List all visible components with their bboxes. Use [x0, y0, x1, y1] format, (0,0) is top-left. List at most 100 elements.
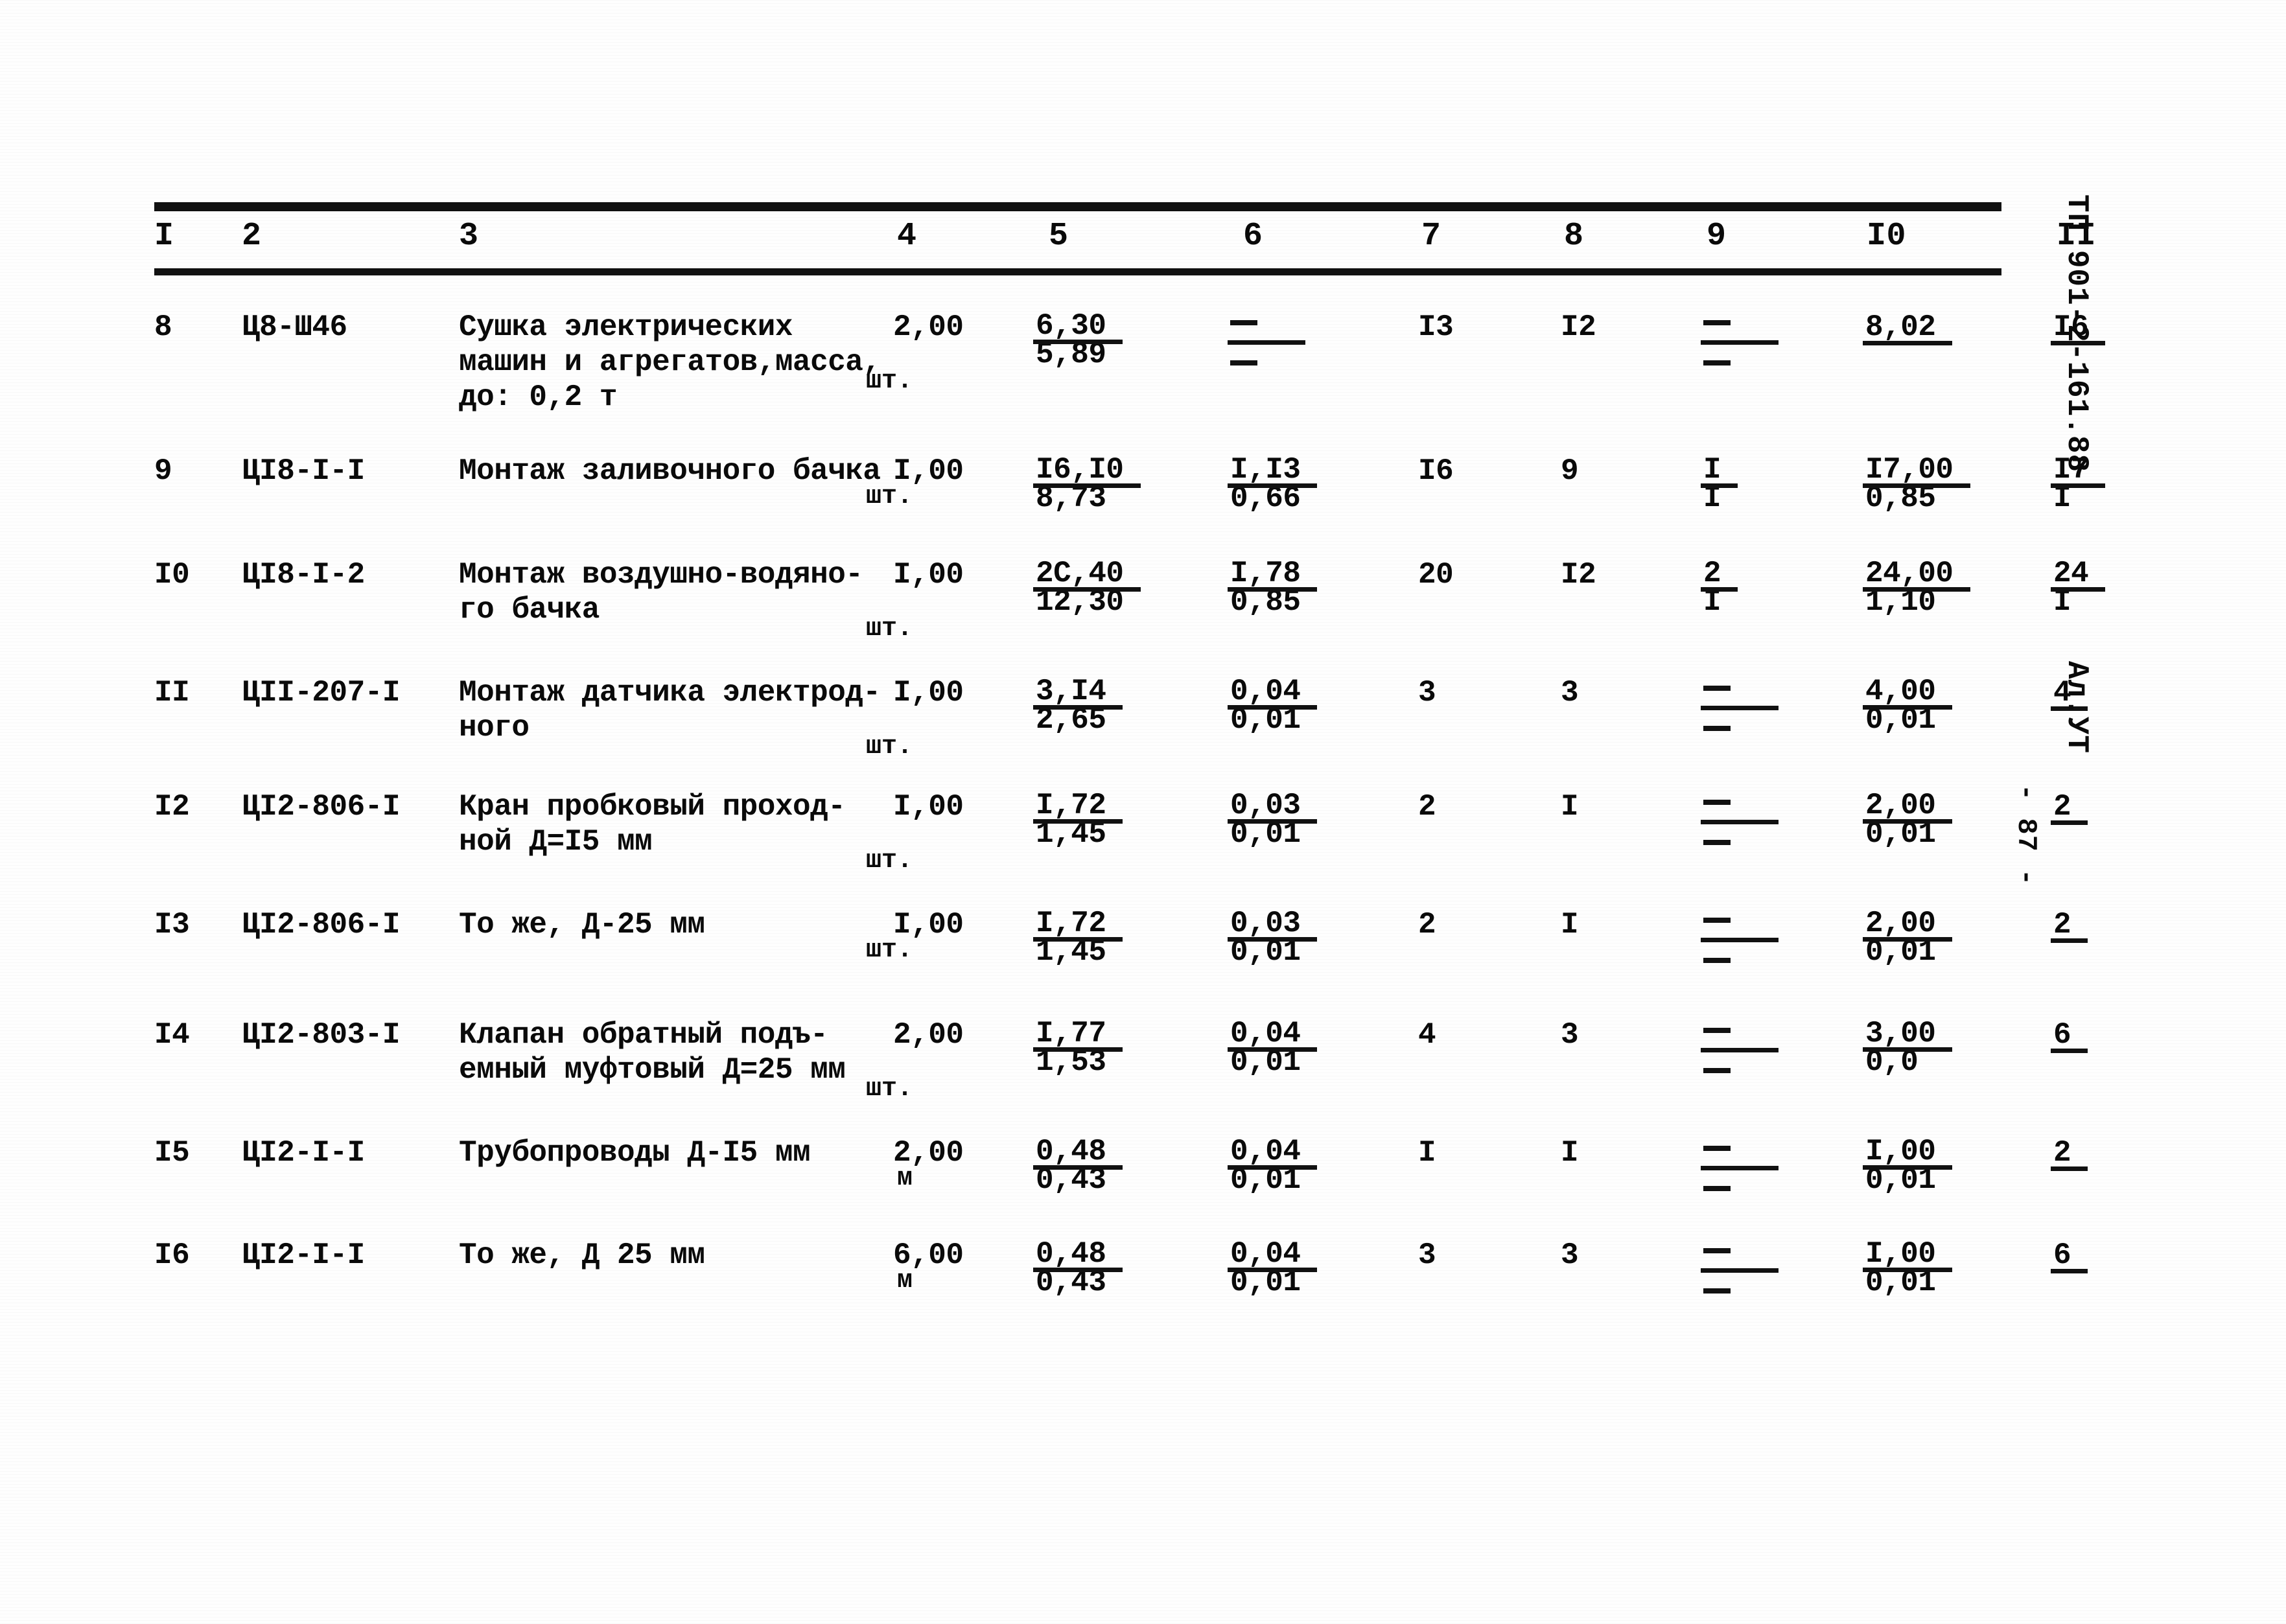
col5-fraction: I,72 1,45	[1032, 907, 1123, 969]
row-col9	[1701, 1135, 1833, 1207]
row-col8: 3	[1561, 1018, 1579, 1052]
col11-fraction: 2	[2050, 790, 2088, 825]
col10-fraction: 8,02	[1862, 310, 1953, 345]
row-col6: 0,03 0,01	[1227, 907, 1379, 969]
resource-code: ЦI2-806-I	[242, 908, 400, 942]
row-col7: 4	[1418, 1018, 1436, 1052]
row-col8: 3	[1561, 1238, 1579, 1272]
row-quantity: 2,00	[893, 1136, 964, 1170]
col5-fraction: 2C,40 12,30	[1033, 557, 1140, 619]
column-header-1: I	[154, 218, 174, 255]
row-col5: 6,30 5,89	[1032, 310, 1185, 372]
col6-fraction: I,78 0,85	[1227, 557, 1318, 619]
row-unit: шт.	[865, 936, 913, 965]
row-number: I3	[154, 908, 190, 942]
col11-fraction: 24 I	[2050, 557, 2106, 619]
row-number: I4	[154, 1018, 190, 1052]
col5-fraction: I,77 1,53	[1032, 1017, 1123, 1079]
row-quantity: I,00	[893, 790, 964, 824]
column-header-6: 6	[1243, 218, 1263, 255]
col9-fraction-empty	[1701, 907, 1779, 969]
col11-fraction: 6	[2050, 1018, 2088, 1053]
row-col9	[1701, 310, 1833, 382]
col10-fraction: I,00 0,01	[1862, 1237, 1953, 1299]
row-col6: 0,04 0,01	[1227, 1017, 1379, 1080]
row-col8: I	[1561, 1136, 1579, 1170]
row-col9: 2I	[1700, 557, 1833, 620]
row-unit: шт.	[865, 1074, 913, 1104]
col5-fraction: 0,48 0,43	[1032, 1135, 1123, 1197]
row-quantity: I,00	[893, 454, 964, 488]
col5-fraction: 3,I4 2,65	[1032, 675, 1123, 737]
col9-fraction-empty	[1701, 1135, 1779, 1198]
row-col5: 0,48 0,43	[1032, 1237, 1185, 1300]
row-col10: 3,00 0,0	[1862, 1017, 2027, 1080]
col10-fraction: 4,00 0,01	[1862, 675, 1953, 737]
col6-fraction: 0,04 0,01	[1227, 1237, 1318, 1299]
col10-fraction: 3,00 0,0	[1862, 1017, 1953, 1079]
row-unit: м	[896, 1164, 913, 1193]
column-header-10: I0	[1867, 218, 1907, 255]
row-col10: 4,00 0,01	[1862, 675, 2027, 737]
col6-fraction: 0,03 0,01	[1227, 907, 1318, 969]
row-number: II	[154, 676, 190, 710]
col10-fraction: I,00 0,01	[1862, 1135, 1953, 1197]
row-col6: 0,04 0,01	[1227, 1135, 1379, 1198]
column-header-7: 7	[1421, 218, 1441, 255]
resource-code: ЦI2-I-I	[242, 1136, 365, 1170]
row-col5: I,72 1,45	[1032, 907, 1185, 969]
row-col5: 0,48 0,43	[1032, 1135, 1185, 1198]
row-col7: 3	[1418, 1238, 1436, 1272]
row-col8: I2	[1561, 558, 1596, 592]
col5-fraction: I6,I0 8,73	[1033, 453, 1140, 515]
row-col7: 2	[1418, 790, 1436, 824]
col6-fraction-empty	[1228, 310, 1305, 372]
col6-fraction: I,I3 0,66	[1227, 453, 1318, 515]
column-header-4: 4	[897, 218, 917, 255]
resource-code: Ц8-Ш46	[242, 310, 347, 344]
col9-fraction-empty	[1701, 675, 1779, 737]
row-col11: 2	[2050, 1135, 2170, 1171]
row-col6	[1228, 310, 1379, 382]
row-col5: 3,I4 2,65	[1032, 675, 1185, 737]
row-col11: 2	[2050, 789, 2170, 825]
col10-fraction: 2,00 0,01	[1862, 907, 1953, 969]
row-col10: I,00 0,01	[1862, 1237, 2027, 1300]
row-unit: шт.	[865, 732, 913, 761]
col5-fraction: 0,48 0,43	[1032, 1237, 1123, 1299]
resource-code: ЦI8-I-I	[242, 454, 365, 488]
row-col10: I,00 0,01	[1862, 1135, 2027, 1198]
page-number-vertical: - 87 -	[2011, 784, 2042, 887]
row-col10: 2,00 0,01	[1862, 907, 2027, 969]
row-col9	[1701, 675, 1833, 747]
column-header-3: 3	[459, 218, 479, 255]
resource-code: ЦI2-I-I	[242, 1238, 365, 1272]
row-col7: I3	[1418, 310, 1454, 344]
row-col7: 3	[1418, 676, 1436, 710]
row-col10: 8,02	[1862, 310, 2027, 345]
column-header-9: 9	[1707, 218, 1727, 255]
col11-fraction: 2	[2050, 1136, 2088, 1171]
col10-fraction: I7,00 0,85	[1863, 453, 1970, 515]
column-header-5: 5	[1049, 218, 1069, 255]
col9-fraction-empty	[1701, 1238, 1779, 1300]
column-header-8: 8	[1564, 218, 1584, 255]
row-col10: I7,00 0,85	[1863, 453, 2027, 516]
row-col8: 3	[1561, 676, 1579, 710]
col9-fraction: 2I	[1700, 557, 1738, 619]
resource-code: ЦI8-I-2	[242, 558, 365, 592]
row-col9	[1701, 907, 1833, 979]
col11-fraction: 2	[2050, 908, 2088, 943]
col10-fraction: 24,00 1,10	[1863, 557, 1970, 619]
row-col11: 2	[2050, 907, 2170, 943]
row-number: 8	[154, 310, 172, 344]
album-code-vertical: Ал.УТ	[2060, 661, 2094, 754]
row-col10: 2,00 0,01	[1862, 789, 2027, 852]
col10-fraction: 2,00 0,01	[1862, 789, 1953, 851]
col9-fraction-empty	[1701, 789, 1779, 852]
resource-code: ЦII-207-I	[242, 676, 400, 710]
row-col6: 0,04 0,01	[1227, 675, 1379, 737]
row-col5: I,77 1,53	[1032, 1017, 1185, 1080]
row-col10: 24,00 1,10	[1863, 557, 2027, 620]
row-quantity: 6,00	[893, 1238, 964, 1272]
